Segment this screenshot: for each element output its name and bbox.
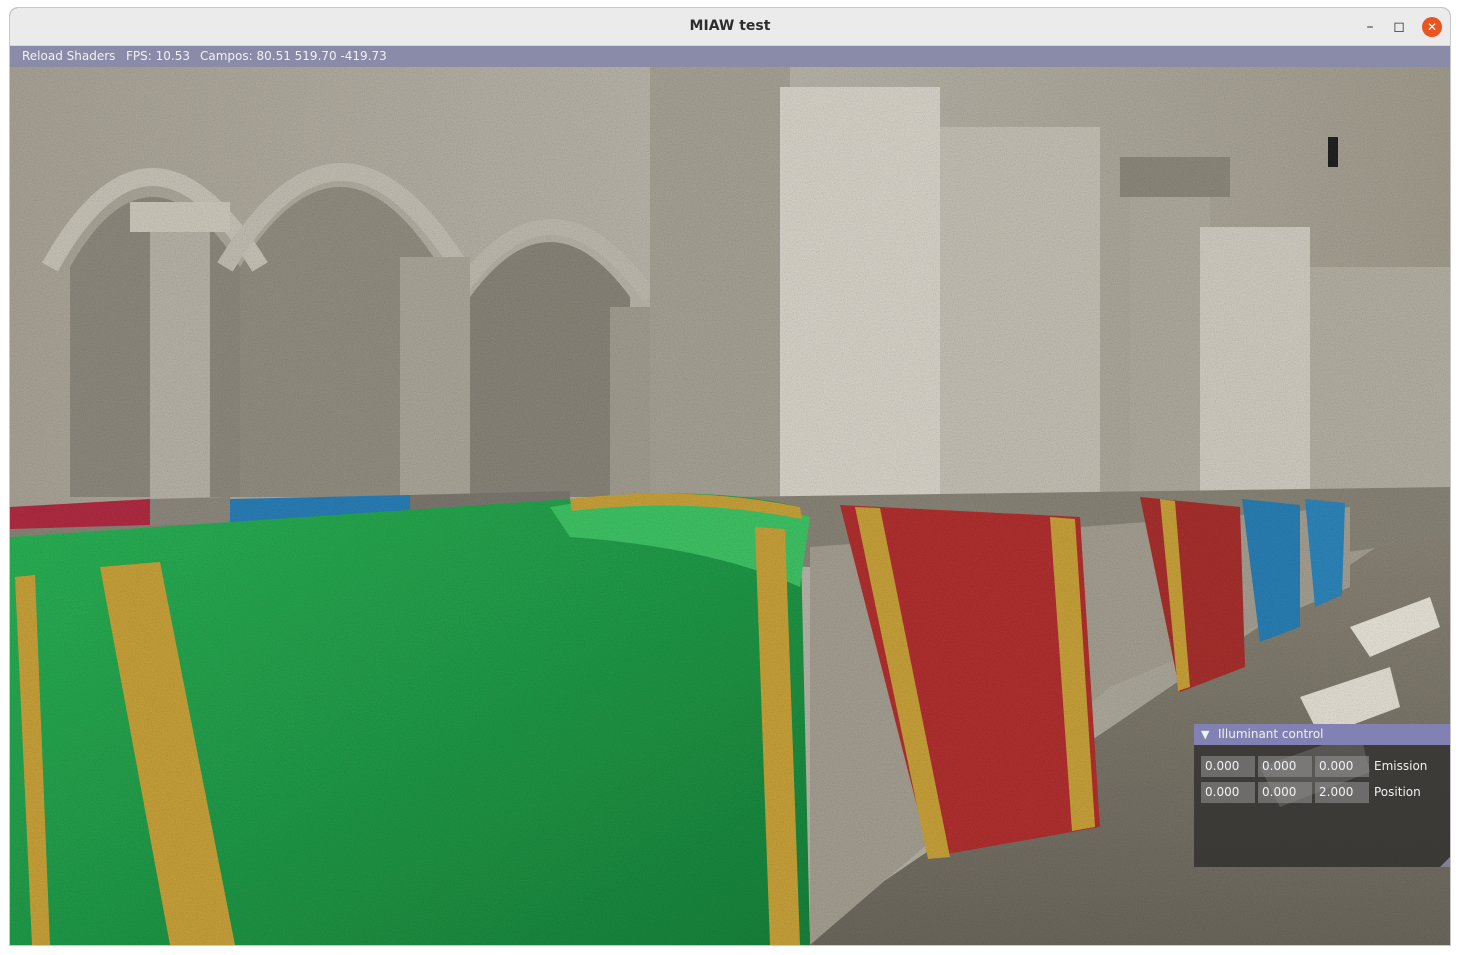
- fps-readout: FPS: 10.53: [126, 49, 190, 63]
- minimize-icon[interactable]: –: [1360, 17, 1380, 37]
- close-icon[interactable]: ✕: [1422, 17, 1442, 37]
- maximize-icon[interactable]: ◻: [1389, 17, 1409, 37]
- panel-title: Illuminant control: [1218, 727, 1324, 741]
- panel-header[interactable]: ▼ Illuminant control: [1194, 724, 1450, 745]
- emission-label: Emission: [1374, 759, 1428, 773]
- title-bar[interactable]: MIAW test – ◻ ✕: [10, 8, 1450, 46]
- app-window: MIAW test – ◻ ✕ Reload Shaders FPS: 10.5…: [10, 8, 1450, 945]
- position-z-field[interactable]: 2.000: [1315, 782, 1369, 803]
- position-y-field[interactable]: 0.000: [1258, 782, 1312, 803]
- window-title: MIAW test: [689, 18, 771, 34]
- emission-z-field[interactable]: 0.000: [1315, 756, 1369, 777]
- emission-y-field[interactable]: 0.000: [1258, 756, 1312, 777]
- menu-bar: Reload Shaders FPS: 10.53 Campos: 80.51 …: [10, 46, 1450, 67]
- position-label: Position: [1374, 785, 1421, 799]
- illuminant-control-panel: ▼ Illuminant control 0.000 0.000 0.000 E…: [1194, 724, 1450, 867]
- panel-resize-grip[interactable]: [1440, 857, 1450, 867]
- reload-shaders-button[interactable]: Reload Shaders: [22, 46, 115, 67]
- emission-x-field[interactable]: 0.000: [1201, 756, 1255, 777]
- position-x-field[interactable]: 0.000: [1201, 782, 1255, 803]
- camera-position-readout: Campos: 80.51 519.70 -419.73: [200, 49, 387, 63]
- render-viewport[interactable]: ▼ Illuminant control 0.000 0.000 0.000 E…: [10, 67, 1450, 945]
- collapse-triangle-icon[interactable]: ▼: [1201, 724, 1209, 745]
